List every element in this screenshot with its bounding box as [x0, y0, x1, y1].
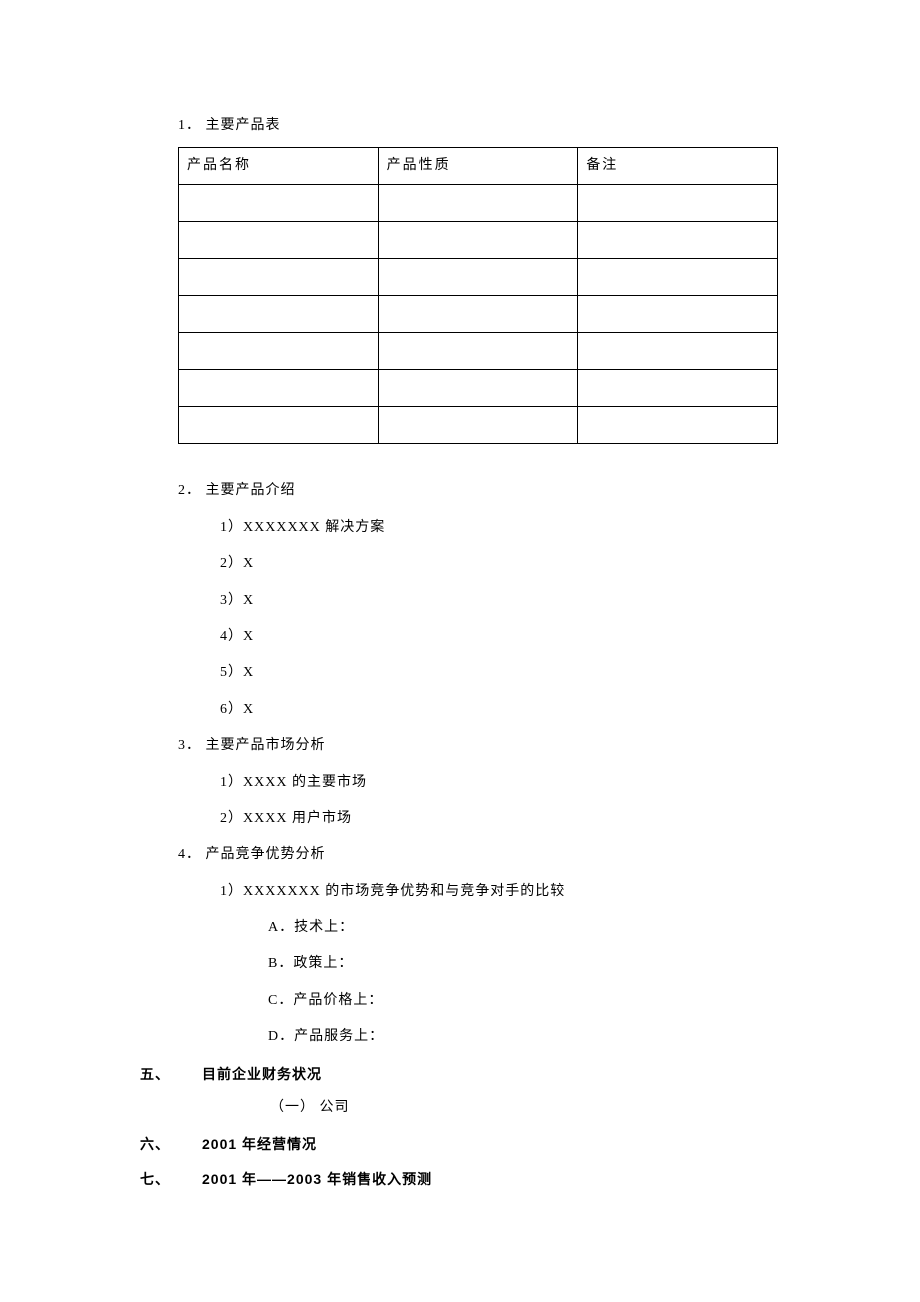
list-item: B．政策上：: [140, 953, 780, 975]
section-1-num: 1．: [178, 118, 201, 133]
list-item: 1）XXXXXXX 解决方案: [140, 517, 780, 539]
heading-5: 五、 目前企业财务状况: [140, 1063, 780, 1085]
heading-7: 七、 2001 年——2003 年销售收入预测: [140, 1168, 780, 1190]
table-row: [179, 259, 778, 296]
table-row: [179, 370, 778, 407]
section-2-num: 2．: [178, 483, 201, 498]
list-item: 1）XXXX 的主要市场: [140, 772, 780, 794]
table-row: [179, 222, 778, 259]
list-item: A．技术上：: [140, 917, 780, 939]
section-3-title: 主要产品市场分析: [206, 738, 326, 753]
heading-5-sub: （一） 公司: [140, 1097, 780, 1119]
section-2-title: 主要产品介绍: [206, 483, 296, 498]
list-item: 2）XXXX 用户市场: [140, 808, 780, 830]
table-row: [179, 407, 778, 444]
section-2-heading: 2． 主要产品介绍: [140, 480, 780, 502]
table-row: [179, 185, 778, 222]
list-item: D．产品服务上：: [140, 1026, 780, 1048]
heading-5-num: 五、: [140, 1063, 202, 1085]
th-product-nature: 产品性质: [378, 148, 578, 185]
list-item: 3）X: [140, 590, 780, 612]
th-product-name: 产品名称: [179, 148, 379, 185]
table-row: [179, 333, 778, 370]
section-4-num: 4．: [178, 847, 201, 862]
list-item: 6）X: [140, 699, 780, 721]
heading-7-title: 2001 年——2003 年销售收入预测: [202, 1168, 432, 1190]
list-item: 4）X: [140, 626, 780, 648]
heading-6-title: 2001 年经营情况: [202, 1133, 317, 1155]
section-3-num: 3．: [178, 738, 201, 753]
product-table: 产品名称 产品性质 备注: [178, 147, 778, 444]
table-header-row: 产品名称 产品性质 备注: [179, 148, 778, 185]
list-item: 5）X: [140, 662, 780, 684]
list-item: 2）X: [140, 553, 780, 575]
list-item: 1）XXXXXXX 的市场竞争优势和与竞争对手的比较: [140, 881, 780, 903]
heading-6-num: 六、: [140, 1133, 202, 1155]
section-4-heading: 4． 产品竞争优势分析: [140, 844, 780, 866]
section-4-title: 产品竞争优势分析: [206, 847, 326, 862]
list-item: C．产品价格上：: [140, 990, 780, 1012]
document-page: 1． 主要产品表 产品名称 产品性质 备注 2． 主要产品介绍 1）XXXXXX…: [0, 0, 920, 1302]
heading-5-title: 目前企业财务状况: [202, 1063, 322, 1085]
heading-6: 六、 2001 年经营情况: [140, 1133, 780, 1155]
th-remark: 备注: [578, 148, 778, 185]
section-3-heading: 3． 主要产品市场分析: [140, 735, 780, 757]
heading-7-num: 七、: [140, 1168, 202, 1190]
table-row: [179, 296, 778, 333]
section-1-heading: 1． 主要产品表: [140, 115, 780, 137]
section-1-title: 主要产品表: [206, 118, 281, 133]
